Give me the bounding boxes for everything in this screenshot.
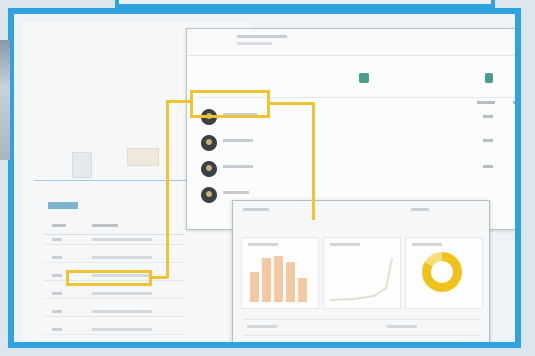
status-icon[interactable] [485,73,493,83]
column-header [477,101,495,104]
donut-chart-card [405,237,483,309]
status-icon[interactable] [359,73,369,83]
highlight-box [190,90,270,118]
metric-value [517,139,521,142]
metric-value [483,115,493,118]
panel-header [187,29,515,56]
charts-panel [232,200,490,342]
document-icon [72,152,92,178]
avatar-icon[interactable] [201,135,217,151]
avatar-label [223,139,253,142]
line-chart-card [323,237,401,309]
screen-frame [8,8,521,348]
table-row [243,335,479,336]
avatar-icon[interactable] [201,161,217,177]
top-strip [115,0,495,8]
panel-title [411,208,429,211]
folder-icon [127,148,159,166]
avatar-label [223,191,249,194]
line-chart [329,257,393,301]
metric-value [483,165,493,168]
metric-value [517,115,521,118]
filter-tab[interactable] [48,202,78,209]
panel-title [243,208,269,211]
highlight-box [66,270,152,286]
connector [166,100,169,278]
table-row [243,319,479,320]
connector [150,276,168,279]
bar-chart-card [241,237,319,309]
donut-chart-icon [422,252,462,292]
list-header [44,220,184,235]
side-photo [0,40,10,160]
divider [34,180,199,181]
connector [166,100,192,103]
metric-value [483,139,493,142]
avatar-icon[interactable] [201,187,217,203]
avatar-label [223,165,253,168]
column-header [513,101,515,104]
connector [312,102,315,220]
connector [270,102,314,105]
